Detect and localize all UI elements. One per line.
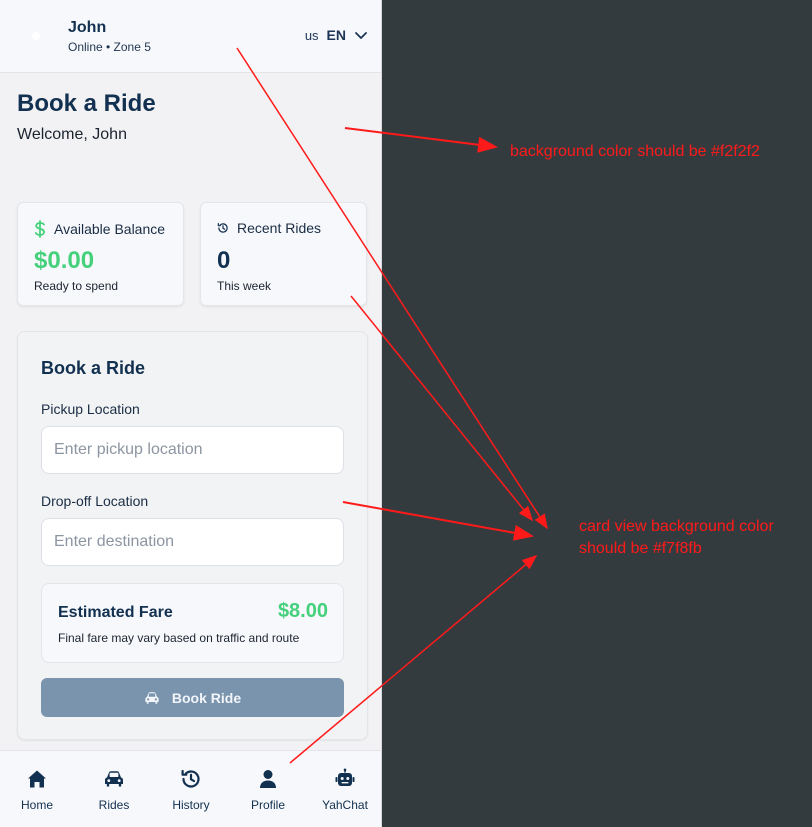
recent-rides-subtext: This week [217,279,272,293]
chevron-down-icon [355,32,367,39]
recent-rides-value: 0 [217,247,231,274]
bottom-navigation: Home Rides History Profile YahChat [0,750,381,827]
history-icon [217,220,229,236]
nav-label-history: History [172,798,210,812]
balance-value: $0.00 [34,247,95,274]
fare-value: $8.00 [277,600,328,622]
flag-icon: us [304,27,319,43]
book-ride-label: Book Ride [171,689,242,706]
avatar[interactable] [32,32,40,40]
nav-item-yahchat[interactable]: YahChat [309,751,381,827]
language-code: EN [326,27,346,43]
balance-card: Available Balance $0.00 Ready to spend [17,202,184,306]
mobile-app-screen: John Online • Zone 5 us EN Book a Ride W… [0,0,382,827]
balance-card-header: Available Balance [34,220,165,238]
user-name: John [68,19,107,36]
user-icon [260,770,276,788]
annotation-background-note: background color should be #f2f2f2 [510,143,760,160]
nav-item-profile[interactable]: Profile [232,751,304,827]
dropoff-input[interactable] [41,518,344,566]
history-icon [181,769,200,788]
recent-rides-label: Recent Rides [237,220,322,236]
estimated-fare-box: Estimated Fare $8.00 Final fare may vary… [41,583,344,663]
pickup-input[interactable] [41,426,344,474]
booking-card-title: Book a Ride [41,358,146,378]
robot-icon [335,768,355,786]
dollar-icon [34,220,46,238]
page-title: Book a Ride [17,90,156,117]
balance-label: Available Balance [54,221,166,237]
book-ride-button[interactable]: Book Ride [41,678,344,717]
nav-item-history[interactable]: History [155,751,227,827]
recent-rides-header: Recent Rides [217,220,321,236]
car-icon [145,691,159,704]
dropoff-label: Drop-off Location [41,493,149,509]
user-status: Online • Zone 5 [68,40,151,54]
home-icon [28,770,46,788]
car-icon [105,771,123,787]
language-selector[interactable]: us EN [305,27,368,43]
nav-label-home: Home [20,798,53,812]
nav-label-rides: Rides [98,798,130,812]
fare-label: Estimated Fare [58,604,173,621]
nav-item-home[interactable]: Home [1,751,73,827]
nav-label-profile: Profile [250,798,285,812]
fare-note: Final fare may vary based on traffic and… [58,631,300,645]
pickup-label: Pickup Location [41,401,140,417]
screenshot-root: John Online • Zone 5 us EN Book a Ride W… [0,0,812,827]
recent-rides-card: Recent Rides 0 This week [200,202,367,306]
nav-label-yahchat: YahChat [322,798,368,812]
app-header: John Online • Zone 5 us EN [0,0,381,73]
nav-item-rides[interactable]: Rides [78,751,150,827]
booking-card: Book a Ride Pickup Location Drop-off Loc… [17,331,368,740]
annotation-card-note: card view background color should be #f7… [579,518,774,557]
balance-subtext: Ready to spend [34,279,119,293]
welcome-message: Welcome, John [17,126,127,143]
